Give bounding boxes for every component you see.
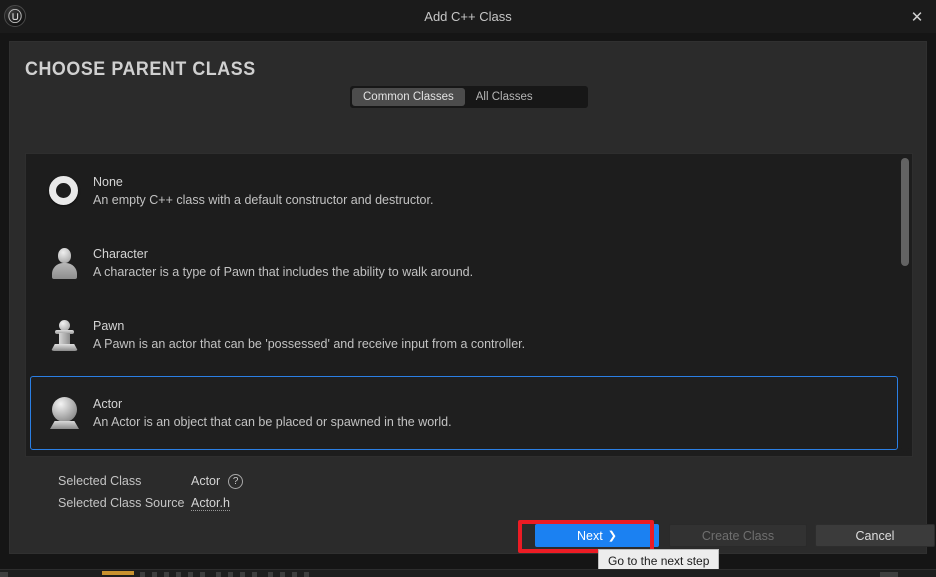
selected-class-row: Selected Class Actor ? bbox=[58, 470, 244, 492]
window-titlebar: Add C++ Class ✕ bbox=[0, 0, 936, 33]
question-mark-icon[interactable]: ? bbox=[228, 473, 244, 489]
parent-class-list-scroll: None An empty C++ class with a default c… bbox=[26, 154, 904, 456]
character-bust-icon bbox=[47, 246, 81, 280]
ring-icon bbox=[47, 174, 81, 208]
window-title: Add C++ Class bbox=[424, 9, 512, 24]
class-name: Actor bbox=[93, 397, 123, 411]
screen: Add C++ Class ✕ CHOOSE PARENT CLASS Comm… bbox=[0, 0, 936, 577]
class-source-tabs: Common Classes All Classes bbox=[350, 86, 588, 108]
selected-class-source-label: Selected Class Source bbox=[58, 496, 185, 510]
taskbar-accent bbox=[102, 571, 134, 575]
class-row-actor[interactable]: Actor An Actor is an object that can be … bbox=[30, 376, 898, 450]
class-name: Character bbox=[93, 247, 148, 261]
class-row-none[interactable]: None An empty C++ class with a default c… bbox=[30, 160, 898, 222]
chess-pawn-icon bbox=[47, 318, 81, 352]
class-description: An empty C++ class with a default constr… bbox=[93, 193, 434, 207]
dialog-footer: Next ❯ Create Class Cancel bbox=[10, 524, 935, 555]
class-name: None bbox=[93, 175, 123, 189]
class-description: A Pawn is an actor that can be 'possesse… bbox=[93, 337, 526, 351]
class-row-text: None An empty C++ class with a default c… bbox=[93, 175, 433, 207]
class-row-text: Pawn A Pawn is an actor that can be 'pos… bbox=[93, 319, 525, 351]
class-description: An Actor is an object that can be placed… bbox=[93, 415, 452, 429]
selected-class-info: Selected Class Actor ? Selected Class So… bbox=[58, 470, 244, 514]
class-name: Pawn bbox=[93, 319, 125, 333]
tab-common-classes[interactable]: Common Classes bbox=[352, 88, 465, 106]
tab-all-classes[interactable]: All Classes bbox=[465, 88, 544, 106]
background-taskbar bbox=[0, 569, 936, 577]
close-icon[interactable]: ✕ bbox=[906, 6, 928, 28]
class-row-text: Actor An Actor is an object that can be … bbox=[93, 397, 452, 429]
page-title: CHOOSE PARENT CLASS bbox=[25, 59, 256, 80]
cancel-button[interactable]: Cancel bbox=[815, 524, 935, 547]
selected-class-source-row: Selected Class Source Actor.h bbox=[58, 492, 243, 514]
class-row-character[interactable]: Character A character is a type of Pawn … bbox=[30, 232, 898, 294]
create-class-button: Create Class bbox=[669, 524, 807, 547]
class-row-text: Character A character is a type of Pawn … bbox=[93, 247, 473, 279]
selected-class-label: Selected Class bbox=[58, 474, 142, 488]
parent-class-list: None An empty C++ class with a default c… bbox=[25, 153, 913, 457]
class-list-scrollbar-thumb[interactable] bbox=[901, 158, 909, 266]
next-button[interactable]: Next ❯ bbox=[535, 524, 659, 547]
class-description: A character is a type of Pawn that inclu… bbox=[93, 265, 474, 279]
next-button-label: Next bbox=[577, 528, 603, 543]
add-cpp-class-dialog: CHOOSE PARENT CLASS Common Classes All C… bbox=[9, 41, 935, 555]
selected-class-source-link[interactable]: Actor.h bbox=[191, 496, 230, 511]
class-row-pawn[interactable]: Pawn A Pawn is an actor that can be 'pos… bbox=[30, 304, 898, 366]
selected-class-value: Actor bbox=[191, 474, 221, 488]
chevron-right-icon: ❯ bbox=[607, 530, 617, 542]
sphere-on-base-icon bbox=[47, 396, 81, 430]
class-list-scrollbar[interactable] bbox=[901, 158, 909, 452]
